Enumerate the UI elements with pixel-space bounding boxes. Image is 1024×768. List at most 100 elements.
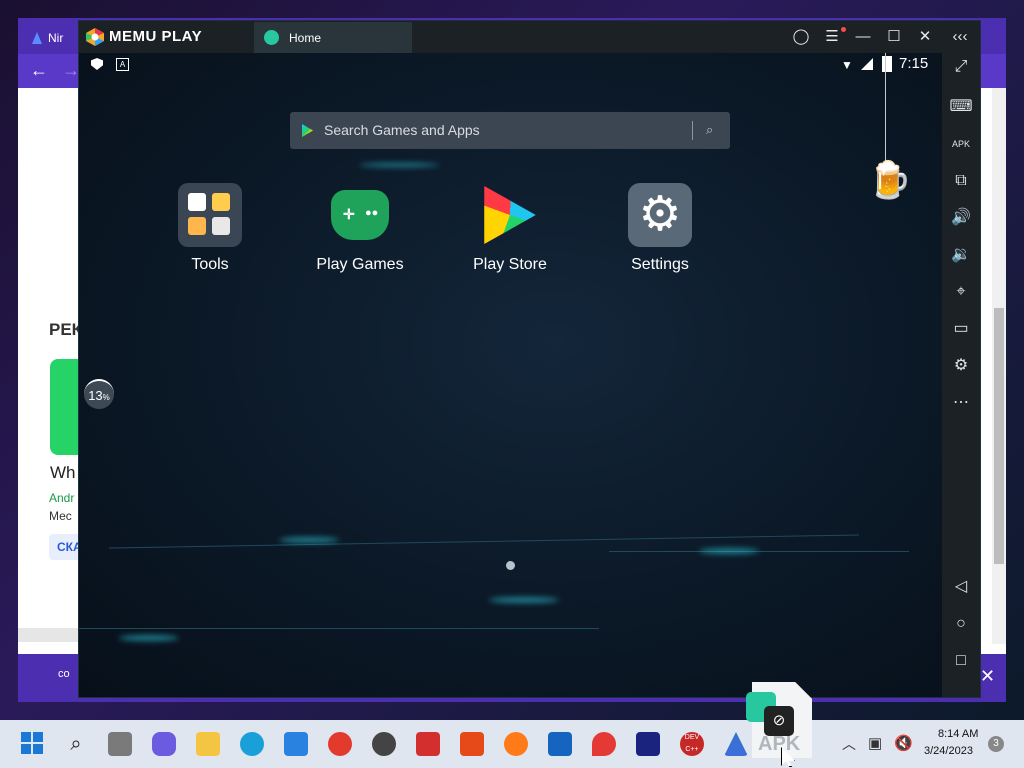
- decor-line: [79, 628, 599, 629]
- task-view-icon[interactable]: [108, 732, 132, 756]
- location-icon[interactable]: ⌖: [942, 280, 980, 304]
- app-play-games[interactable]: ✛ ●● Play Games: [305, 183, 415, 274]
- app-category: Мес: [49, 509, 72, 523]
- file-explorer-icon[interactable]: [196, 732, 220, 756]
- no-drop-icon: ⊘: [764, 706, 794, 736]
- teams-chat-icon[interactable]: [152, 732, 176, 756]
- status-time: 7:15: [899, 55, 929, 72]
- tab-home[interactable]: Home: [254, 22, 412, 53]
- decor-glow: [489, 597, 559, 603]
- section-title: РЕК: [49, 320, 83, 339]
- back-arrow-icon[interactable]: ←: [30, 60, 48, 81]
- keyboard-icon[interactable]: ⌨: [942, 95, 980, 119]
- edge-icon[interactable]: [240, 732, 264, 756]
- close-button[interactable]: ✕: [915, 27, 935, 47]
- page-indicator: [506, 561, 515, 570]
- home-tab-icon: [264, 30, 279, 45]
- progress-value: 13: [88, 388, 103, 403]
- memu-brand-label: MEMU PLAY: [109, 28, 203, 45]
- android-home-screen: A ▼ 7:15 🍺 Search Games and Apps ⌕ Tools…: [79, 53, 942, 697]
- decor-line: [109, 534, 859, 549]
- c-app-icon[interactable]: [636, 732, 660, 756]
- search-icon[interactable]: ⌕: [706, 122, 713, 138]
- home-icon[interactable]: ○: [942, 612, 980, 636]
- fullscreen-icon[interactable]: ⤢: [942, 55, 980, 79]
- search-bar[interactable]: Search Games and Apps ⌕: [290, 112, 730, 149]
- keyboard-a-icon: A: [116, 58, 129, 71]
- app-label: Play Store: [473, 256, 547, 273]
- chrome-icon[interactable]: [328, 732, 352, 756]
- windows-logo-icon: [21, 744, 31, 754]
- minimize-button[interactable]: —: [853, 27, 873, 47]
- decor-glow: [699, 548, 759, 554]
- firefox-icon[interactable]: [504, 732, 528, 756]
- shield-icon: [91, 58, 103, 70]
- clock-app-icon[interactable]: [372, 732, 396, 756]
- mail-icon[interactable]: [548, 732, 572, 756]
- chevron-up-icon[interactable]: ︿: [842, 734, 856, 754]
- more-icon[interactable]: ⋯: [942, 391, 980, 415]
- gear-icon[interactable]: ⚙: [942, 354, 980, 378]
- browser-tab-icon: [32, 32, 42, 44]
- app-tools[interactable]: Tools: [155, 183, 265, 274]
- memu-emulator-window: MEMU PLAY Home ◯ ☰ — ☐ ✕ ‹‹‹ A ▼ 7:15 🍺: [79, 21, 980, 697]
- play-store-small-icon: [302, 124, 313, 137]
- beer-string: [885, 53, 886, 161]
- menu-icon[interactable]: ☰: [822, 27, 842, 47]
- search-divider: [692, 121, 693, 140]
- folder-icon[interactable]: ▭: [942, 317, 980, 341]
- browser-tab-label: Nir: [48, 31, 64, 45]
- app-settings[interactable]: ⚙ Settings: [605, 183, 715, 274]
- multi-instance-icon[interactable]: ⧉: [942, 169, 980, 193]
- office-icon[interactable]: [460, 732, 484, 756]
- google-icon: [188, 193, 206, 211]
- maps-pin-icon[interactable]: [592, 732, 616, 756]
- collapse-sidebar-icon[interactable]: ‹‹‹: [950, 27, 970, 47]
- decor-line: [609, 551, 909, 552]
- windows-logo-icon: [33, 732, 43, 742]
- nir-app-icon[interactable]: [724, 732, 748, 756]
- news-app-icon[interactable]: [416, 732, 440, 756]
- notification-dot: [841, 27, 846, 32]
- play-games-icon[interactable]: ✛ ●●: [331, 190, 389, 240]
- app-label: Settings: [631, 256, 689, 273]
- start-button[interactable]: [21, 732, 45, 756]
- memu-logo-icon: [86, 28, 104, 46]
- search-icon[interactable]: ⌕: [64, 732, 88, 756]
- decor-glow: [279, 537, 339, 543]
- memu-sidebar: ⤢ ⌨ APK ⧉ 🔊 🔉 ⌖ ▭ ⚙ ⋯ ◁ ○ □: [942, 53, 980, 697]
- notification-count-badge[interactable]: 3: [988, 736, 1004, 752]
- network-icon[interactable]: ▣: [868, 734, 882, 752]
- account-icon[interactable]: ◯: [791, 27, 811, 47]
- recents-icon[interactable]: □: [942, 649, 980, 673]
- download-file-item[interactable]: co: [58, 668, 70, 680]
- files-icon: [188, 217, 206, 235]
- back-icon[interactable]: ◁: [942, 575, 980, 599]
- app-label: Tools: [191, 256, 229, 273]
- volume-down-icon[interactable]: 🔉: [942, 243, 980, 267]
- close-icon[interactable]: ✕: [980, 666, 995, 687]
- microsoft-store-icon[interactable]: [284, 732, 308, 756]
- scrollbar-thumb[interactable]: [994, 308, 1004, 564]
- signal-icon: [861, 58, 873, 70]
- devcpp-icon[interactable]: DEV C++: [680, 732, 704, 756]
- taskbar-time[interactable]: 8:14 AM: [938, 728, 978, 740]
- windows-logo-icon: [33, 744, 43, 754]
- memu-titlebar: MEMU PLAY Home ◯ ☰ — ☐ ✕ ‹‹‹: [79, 21, 980, 53]
- decor-glow: [119, 635, 179, 641]
- beer-mug-icon[interactable]: 🍺: [867, 159, 912, 201]
- play-store-icon[interactable]: [484, 186, 536, 244]
- taskbar-date[interactable]: 3/24/2023: [924, 745, 973, 757]
- maximize-button[interactable]: ☐: [884, 27, 904, 47]
- search-input[interactable]: Search Games and Apps: [324, 122, 480, 138]
- volume-muted-icon[interactable]: 🔇: [894, 734, 913, 752]
- app-play-store[interactable]: Play Store: [455, 183, 565, 274]
- gear-icon[interactable]: ⚙: [628, 183, 692, 247]
- volume-up-icon[interactable]: 🔊: [942, 206, 980, 230]
- horizontal-scrollbar[interactable]: [18, 628, 80, 642]
- apk-install-icon[interactable]: APK: [942, 132, 980, 156]
- tools-folder-icon[interactable]: [178, 183, 242, 247]
- app-name: Wh: [50, 463, 76, 482]
- app-label: Play Games: [316, 256, 404, 273]
- forward-arrow-icon[interactable]: →: [62, 60, 80, 81]
